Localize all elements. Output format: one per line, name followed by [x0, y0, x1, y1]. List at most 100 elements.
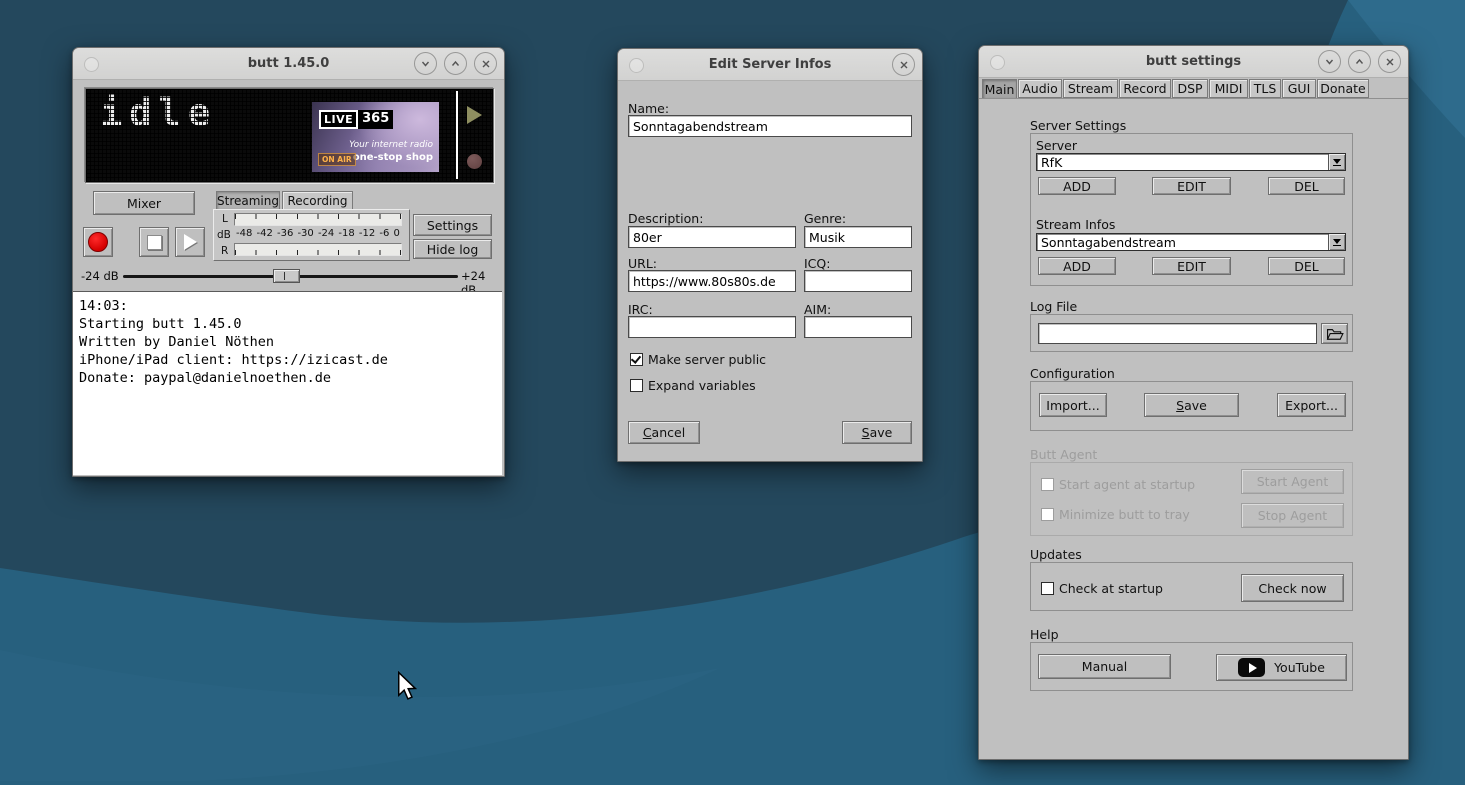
settings-button[interactable]: Settings	[413, 214, 492, 236]
server-label: Server	[1036, 138, 1077, 153]
log-output[interactable]: 14:03:Starting butt 1.45.0Written by Dan…	[73, 291, 502, 475]
configuration-group-label: Configuration	[1030, 366, 1115, 381]
icq-field[interactable]	[804, 270, 912, 292]
checkbox-box-icon	[1041, 508, 1054, 521]
settings-titlebar[interactable]: butt settings	[979, 46, 1408, 78]
log-line: Written by Daniel Nöthen	[79, 333, 502, 351]
stream-status-text: idle	[100, 91, 217, 134]
tab-midi[interactable]: MIDI	[1209, 79, 1248, 98]
live365-logo: LIVE365	[319, 110, 393, 129]
log-line: Donate: paypal@danielnoethen.de	[79, 369, 502, 387]
description-label: Description:	[628, 211, 703, 226]
save-button[interactable]: Save	[842, 421, 912, 444]
log-line: Starting butt 1.45.0	[79, 315, 502, 333]
irc-field[interactable]	[628, 316, 796, 338]
close-button[interactable]	[892, 53, 915, 76]
stream-add-button[interactable]: ADD	[1038, 257, 1116, 275]
stop-button[interactable]	[139, 227, 169, 257]
server-del-button[interactable]: DEL	[1268, 177, 1345, 195]
butt-agent-group-label: Butt Agent	[1030, 447, 1097, 462]
aim-field[interactable]	[804, 316, 912, 338]
chevron-down-icon	[420, 58, 431, 69]
meter-scale: -48-42-36-30-24-18-12-60	[236, 228, 400, 239]
cancel-button[interactable]: Cancel	[628, 421, 700, 444]
stream-infos-dropdown[interactable]: Sonntagabendstream	[1036, 233, 1346, 251]
hide-log-button[interactable]: Hide log	[413, 239, 492, 259]
chevron-down-icon	[1324, 56, 1335, 67]
tab-recording[interactable]: Recording	[282, 191, 353, 209]
name-label: Name:	[628, 101, 669, 116]
checkbox-box-icon	[1041, 478, 1054, 491]
checkbox-box-icon	[1041, 582, 1054, 595]
description-field[interactable]	[628, 226, 796, 248]
start-agent-at-startup-checkbox: Start agent at startup	[1041, 477, 1195, 492]
server-settings-group-label: Server Settings	[1030, 118, 1126, 133]
name-field[interactable]	[628, 115, 912, 137]
maximize-button[interactable]	[444, 52, 467, 75]
url-field[interactable]	[628, 270, 796, 292]
banner-on-air-sign: ON AIR	[318, 153, 356, 166]
log-line: iPhone/iPad client: https://izicast.de	[79, 351, 502, 369]
icq-label: ICQ:	[804, 256, 830, 271]
tab-audio[interactable]: Audio	[1018, 79, 1062, 98]
expand-variables-checkbox[interactable]: Expand variables	[630, 378, 756, 393]
log-file-group-label: Log File	[1030, 299, 1077, 314]
lcd-separator	[456, 91, 458, 179]
check-at-startup-checkbox[interactable]: Check at startup	[1041, 581, 1163, 596]
folder-icon	[1326, 327, 1344, 341]
dropdown-arrow-icon	[1328, 154, 1345, 170]
stop-agent-button: Stop Agent	[1241, 503, 1344, 528]
tab-dsp[interactable]: DSP	[1172, 79, 1208, 98]
banner-tagline-1: Your internet radio	[349, 140, 433, 150]
stream-play-indicator-icon	[467, 106, 482, 124]
start-agent-button: Start Agent	[1241, 469, 1344, 494]
export-button[interactable]: Export...	[1277, 393, 1346, 417]
genre-field[interactable]	[804, 226, 912, 248]
record-button[interactable]	[83, 227, 113, 257]
make-server-public-checkbox[interactable]: Make server public	[630, 352, 766, 367]
url-label: URL:	[628, 256, 657, 271]
check-now-button[interactable]: Check now	[1241, 574, 1344, 602]
slider-min-label: -24 dB	[81, 269, 119, 283]
log-file-browse-button[interactable]	[1321, 323, 1348, 344]
main-window: butt 1.45.0 idle LIVE365 Your internet r…	[72, 47, 505, 477]
youtube-button[interactable]: YouTube	[1216, 654, 1347, 681]
tab-stream[interactable]: Stream	[1063, 79, 1118, 98]
mixer-button[interactable]: Mixer	[93, 191, 195, 215]
live365-ad-banner[interactable]: LIVE365 Your internet radio one-stop sho…	[312, 102, 439, 172]
stream-del-button[interactable]: DEL	[1268, 257, 1345, 275]
maximize-button[interactable]	[1348, 50, 1371, 73]
close-button[interactable]	[1378, 50, 1401, 73]
import-button[interactable]: Import...	[1039, 393, 1107, 417]
play-button[interactable]	[175, 227, 205, 257]
stop-icon	[147, 235, 162, 250]
server-edit-button[interactable]: EDIT	[1152, 177, 1231, 195]
tab-main[interactable]: Main	[982, 79, 1017, 99]
meter-strip-left	[234, 213, 402, 226]
stream-edit-button[interactable]: EDIT	[1152, 257, 1231, 275]
record-icon	[88, 232, 108, 252]
dialog-title: Edit Server Infos	[618, 57, 922, 72]
volume-slider-handle[interactable]	[273, 269, 300, 283]
main-titlebar[interactable]: butt 1.45.0	[73, 48, 504, 80]
tab-record[interactable]: Record	[1119, 79, 1171, 98]
minimize-button[interactable]	[414, 52, 437, 75]
tab-gui[interactable]: GUI	[1282, 79, 1316, 98]
server-add-button[interactable]: ADD	[1038, 177, 1116, 195]
aim-label: AIM:	[804, 302, 831, 317]
tab-donate[interactable]: Donate	[1317, 79, 1369, 98]
close-button[interactable]	[474, 52, 497, 75]
config-save-button[interactable]: Save	[1144, 393, 1239, 417]
server-dropdown[interactable]: RfK	[1036, 153, 1346, 171]
stream-infos-label: Stream Infos	[1036, 217, 1115, 232]
close-icon	[481, 59, 491, 69]
minimize-button[interactable]	[1318, 50, 1341, 73]
manual-button[interactable]: Manual	[1038, 654, 1171, 679]
checkbox-box-icon	[630, 353, 643, 366]
tab-streaming[interactable]: Streaming	[216, 191, 280, 209]
tab-tls[interactable]: TLS	[1249, 79, 1281, 98]
log-file-field[interactable]	[1038, 323, 1317, 344]
dialog-titlebar[interactable]: Edit Server Infos	[618, 49, 922, 81]
genre-label: Genre:	[804, 211, 846, 226]
close-icon	[899, 60, 909, 70]
